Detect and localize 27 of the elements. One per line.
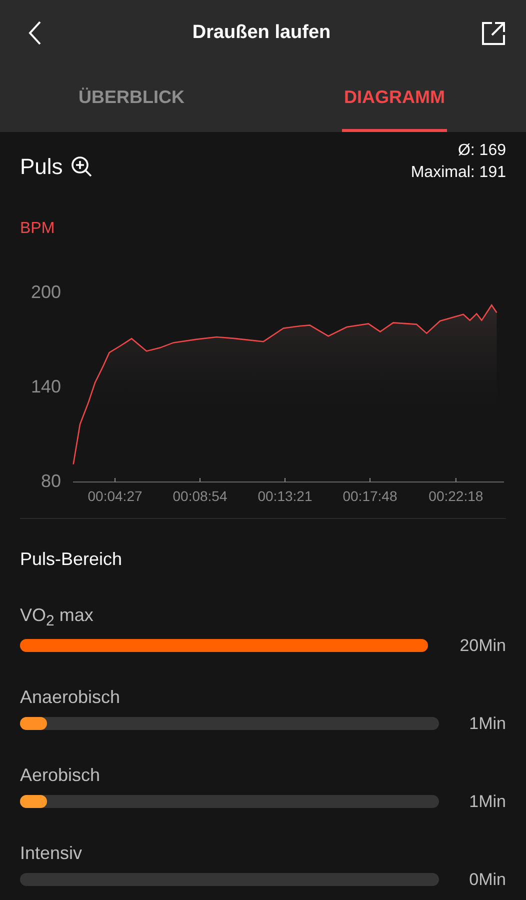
zoom-in-icon[interactable] (70, 156, 93, 178)
x-tick-label: 00:22:18 (428, 488, 484, 504)
zone-label: Aerobisch (20, 764, 102, 786)
tab[interactable]: DIAGRAMM (263, 66, 526, 132)
share-icon[interactable] (481, 20, 506, 46)
average-value: Ø: 169 (458, 142, 506, 160)
zone-label: Anaerobisch (20, 686, 122, 708)
y-tick-label: 200 (30, 282, 61, 302)
y-tick-label: 140 (30, 376, 61, 396)
maximum-value: Maximal: 191 (410, 164, 506, 182)
zone-duration: 1Min (468, 792, 506, 812)
section-title: Puls (20, 154, 63, 180)
zone-label: VO$_{2}$ max (20, 605, 94, 630)
x-tick-label: 00:17:48 (342, 488, 398, 504)
screen-title: Draußen laufen (192, 22, 331, 44)
x-tick-label: 00:13:21 (258, 488, 312, 504)
zone-duration: 0Min (468, 870, 506, 890)
x-tick-label: 00:04:27 (88, 488, 142, 504)
back-icon[interactable] (28, 21, 42, 45)
x-tick-label: 00:08:54 (172, 488, 228, 504)
zone-duration: 1Min (468, 714, 506, 734)
zone-duration: 20Min (458, 636, 506, 656)
axis-unit: BPM (20, 220, 56, 238)
section-title: Puls-Bereich (20, 549, 124, 570)
zone-label: Intensiv (20, 842, 84, 864)
y-tick-label: 80 (40, 471, 61, 491)
tab[interactable]: ÜBERBLICK (0, 66, 263, 132)
